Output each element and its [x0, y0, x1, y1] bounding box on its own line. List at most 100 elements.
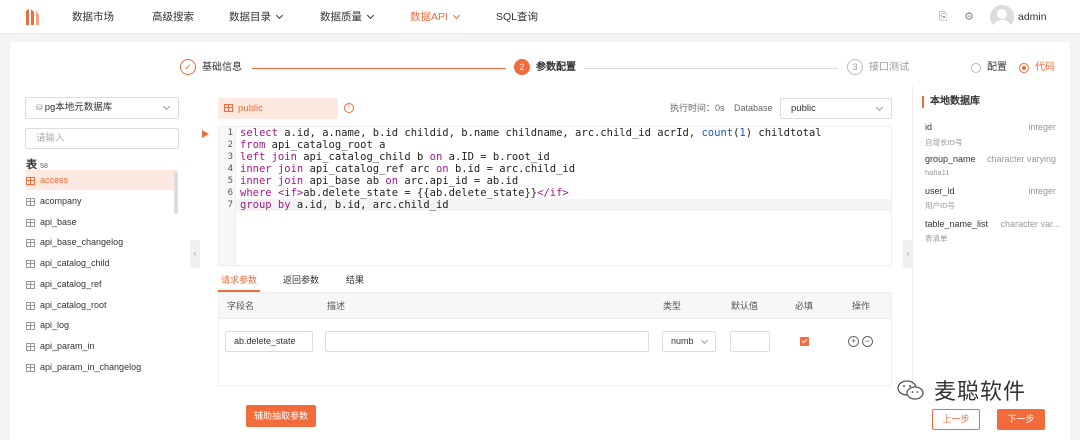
table-item-api-catalog-ref[interactable]: api_catalog_ref	[26, 274, 178, 294]
username[interactable]: admin	[1018, 0, 1047, 34]
table-item-api-base[interactable]: api_base	[26, 212, 178, 232]
chevron-down-icon	[700, 336, 709, 345]
step-label: 参数配置	[536, 62, 576, 73]
param-desc-input[interactable]	[325, 331, 649, 352]
radio-code-label[interactable]: 代码	[1035, 58, 1055, 78]
chevron-down-icon	[875, 103, 884, 112]
code-line-4: inner join api_catalog_ref arc on b.id =…	[240, 163, 576, 175]
table-item-acompany[interactable]: acompany	[26, 191, 178, 211]
avatar[interactable]	[990, 5, 1014, 29]
param-type-select[interactable]: numb	[662, 331, 716, 352]
translate-icon[interactable]: ⎘	[937, 11, 949, 23]
tab-result[interactable]: 结果	[346, 272, 364, 288]
table-icon	[26, 321, 35, 330]
nav-data-catalog[interactable]: 数据目录	[229, 0, 284, 34]
table-search-input[interactable]: 请输入	[25, 128, 179, 149]
table-icon	[26, 301, 35, 310]
step-api-test[interactable]: 3 接口测试	[847, 54, 909, 82]
col-desc: 描述	[327, 301, 346, 311]
table-name: api_catalog_root	[40, 300, 107, 310]
run-icon[interactable]	[202, 130, 209, 138]
add-row-icon[interactable]: +	[848, 336, 859, 347]
table-item-api-param-in-changelog[interactable]: api_param_in_changelog	[26, 357, 178, 377]
next-step-button[interactable]: 下一步	[997, 409, 1045, 430]
table-item-api-log[interactable]: api_log	[26, 315, 178, 335]
field-type: integer	[1028, 186, 1056, 196]
table-name: api_param_in_changelog	[40, 362, 142, 372]
right-panel-divider	[912, 86, 913, 386]
field-name: id	[925, 122, 933, 132]
tab-response-params[interactable]: 返回参数	[283, 272, 319, 288]
table-icon	[26, 176, 35, 185]
datasource-select[interactable]: ⛁ pg本地元数据库	[25, 97, 179, 119]
field-type: integer	[1028, 122, 1056, 132]
step-label: 基础信息	[202, 62, 242, 73]
nav-data-market[interactable]: 数据市场	[72, 0, 114, 34]
table-item-api-catalog-child[interactable]: api_catalog_child	[26, 253, 178, 273]
line-number: 2	[227, 140, 233, 150]
param-field-input[interactable]: ab.delete_state	[225, 331, 313, 352]
table-icon	[26, 218, 35, 227]
code-line-1: select a.id, a.name, b.id childid, b.nam…	[240, 127, 822, 139]
table-name: api_catalog_child	[40, 258, 110, 268]
table-name: api_base_changelog	[40, 237, 124, 247]
app-logo[interactable]	[24, 7, 42, 27]
nav-label: 数据目录	[229, 11, 271, 23]
table-item-api-param-in[interactable]: api_param_in	[26, 336, 178, 356]
param-default-input[interactable]	[730, 331, 770, 352]
nav-sql-query[interactable]: SQL查询	[496, 0, 538, 34]
chevron-down-icon	[162, 102, 171, 111]
chevron-down-icon	[275, 11, 284, 20]
step-connector	[252, 68, 506, 69]
table-name: access	[40, 175, 69, 185]
step-number: 3	[847, 59, 863, 76]
extract-params-button[interactable]: 辅助抽取参数	[246, 405, 316, 427]
nav-label: 数据质量	[320, 11, 362, 23]
remove-row-icon[interactable]: −	[862, 336, 873, 347]
line-number: 5	[227, 176, 233, 186]
nav-data-quality[interactable]: 数据质量	[320, 0, 375, 34]
nav-data-api[interactable]: 数据API	[410, 0, 460, 34]
step-param-config[interactable]: 2 参数配置	[514, 54, 576, 82]
required-checkbox[interactable]	[800, 337, 809, 346]
table-item-api-catalog-root[interactable]: api_catalog_root	[26, 295, 178, 315]
table-name: api_param_in	[40, 341, 95, 351]
radio-code[interactable]	[1019, 63, 1029, 73]
sql-editor[interactable]: 1 2 3 4 5 6 7 select a.id, a.name, b.id …	[218, 126, 892, 266]
info-icon[interactable]: !	[344, 103, 354, 113]
field-name: table_name_list	[925, 219, 989, 229]
nav-advanced-search[interactable]: 高级搜索	[152, 0, 194, 34]
table-list-scrollbar[interactable]	[174, 172, 178, 214]
table-item-access[interactable]: access	[26, 170, 178, 190]
code-line-7: group by a.id, b.id, arc.child_id	[240, 199, 449, 211]
table-icon	[26, 238, 35, 247]
radio-config[interactable]	[971, 63, 981, 73]
table-icon	[26, 363, 35, 372]
prev-step-button[interactable]: 上一步	[932, 409, 980, 430]
nav-label: 数据API	[410, 11, 448, 23]
field-desc: 表清单	[925, 234, 948, 243]
line-number: 3	[227, 152, 233, 162]
schema-tab[interactable]: public	[218, 98, 338, 119]
col-ops: 操作	[852, 301, 871, 311]
chevron-down-icon	[452, 11, 460, 20]
field-name: user_id	[925, 186, 955, 196]
database-select[interactable]: public	[780, 98, 892, 119]
tab-request-params[interactable]: 请求参数	[221, 272, 257, 288]
database-select-value: public	[791, 103, 816, 114]
watermark-text: 麦聪软件	[934, 379, 1027, 404]
field-desc: haha11	[925, 168, 950, 177]
collapse-left-button[interactable]: ‹	[190, 240, 200, 268]
code-line-3: left join api_catalog_child b on a.ID = …	[240, 151, 550, 163]
database-label: Database	[734, 103, 773, 113]
col-type: 类型	[663, 301, 682, 311]
field-desc: 用户ID号	[925, 201, 955, 210]
radio-config-label[interactable]: 配置	[987, 58, 1007, 78]
right-panel-title: 本地数据库	[922, 96, 980, 108]
table-icon	[26, 259, 35, 268]
step-basic-info[interactable]: ✓ 基础信息	[180, 54, 242, 82]
settings-icon[interactable]: ⚙	[963, 11, 975, 23]
table-item-api-base-changelog[interactable]: api_base_changelog	[26, 232, 178, 252]
table-name: api_base	[40, 217, 77, 227]
step-label: 接口测试	[869, 62, 909, 73]
